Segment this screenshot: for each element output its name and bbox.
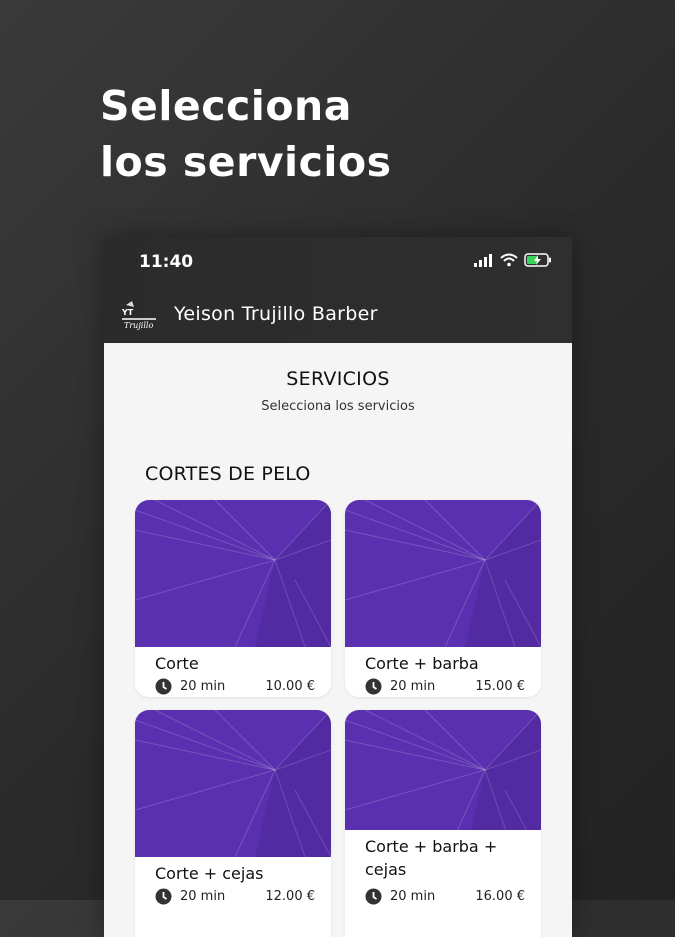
abstract-lines-graphic — [345, 500, 541, 647]
service-card[interactable]: Corte + barba + cejas 20 min 16.00 € — [345, 710, 541, 937]
service-card[interactable]: Corte + cejas 20 min 12.00 € — [135, 710, 331, 937]
promo-headline: Selecciona los servicios — [100, 78, 392, 190]
service-duration: 20 min — [390, 679, 436, 694]
service-duration: 20 min — [180, 679, 226, 694]
service-card[interactable]: Corte + barba 20 min 15.00 € — [345, 500, 541, 697]
svg-text:Trujillo: Trujillo — [124, 321, 153, 330]
service-meta: 20 min 15.00 € — [365, 678, 525, 695]
service-image — [345, 710, 541, 830]
section-title: CORTES DE PELO — [145, 463, 311, 485]
service-image — [345, 500, 541, 647]
service-price: 15.00 € — [475, 679, 525, 694]
signal-icon — [474, 253, 492, 267]
wifi-icon — [500, 253, 518, 267]
service-name: Corte — [155, 654, 199, 673]
abstract-lines-graphic — [135, 500, 331, 647]
app-title: Yeison Trujillo Barber — [174, 303, 378, 325]
service-price: 12.00 € — [265, 889, 315, 904]
service-duration: 20 min — [390, 889, 436, 904]
barber-logo-icon: YT Trujillo — [121, 301, 156, 330]
clock-icon — [365, 678, 382, 695]
status-icons — [474, 253, 552, 267]
status-time: 11:40 — [139, 252, 194, 272]
clock-icon — [365, 888, 382, 905]
abstract-lines-graphic — [135, 710, 331, 857]
service-name: Corte + barba + cejas — [365, 837, 498, 879]
page-title: SERVICIOS — [286, 368, 390, 390]
top-bar: 11:40 YT Trujillo Yeison Trujillo Barber — [104, 237, 572, 343]
service-meta: 20 min 12.00 € — [155, 888, 315, 905]
service-duration: 20 min — [180, 889, 226, 904]
page-subtitle: Selecciona los servicios — [261, 399, 415, 414]
service-meta: 20 min 16.00 € — [365, 888, 525, 905]
headline-line-1: Selecciona — [100, 82, 352, 130]
service-name: Corte + cejas — [155, 864, 264, 883]
service-name: Corte + barba — [365, 654, 479, 673]
clock-icon — [155, 888, 172, 905]
phone-screen: 11:40 YT Trujillo Yeison Trujillo Barber… — [104, 237, 572, 937]
service-price: 16.00 € — [475, 889, 525, 904]
abstract-lines-graphic — [345, 710, 541, 830]
svg-text:YT: YT — [121, 308, 134, 317]
clock-icon — [155, 678, 172, 695]
service-meta: 20 min 10.00 € — [155, 678, 315, 695]
service-image — [135, 710, 331, 857]
service-card[interactable]: Corte 20 min 10.00 € — [135, 500, 331, 697]
services-content: SERVICIOS Selecciona los servicios CORTE… — [104, 343, 572, 937]
headline-line-2: los servicios — [100, 138, 392, 186]
service-image — [135, 500, 331, 647]
battery-charging-icon — [524, 253, 551, 267]
service-price: 10.00 € — [265, 679, 315, 694]
